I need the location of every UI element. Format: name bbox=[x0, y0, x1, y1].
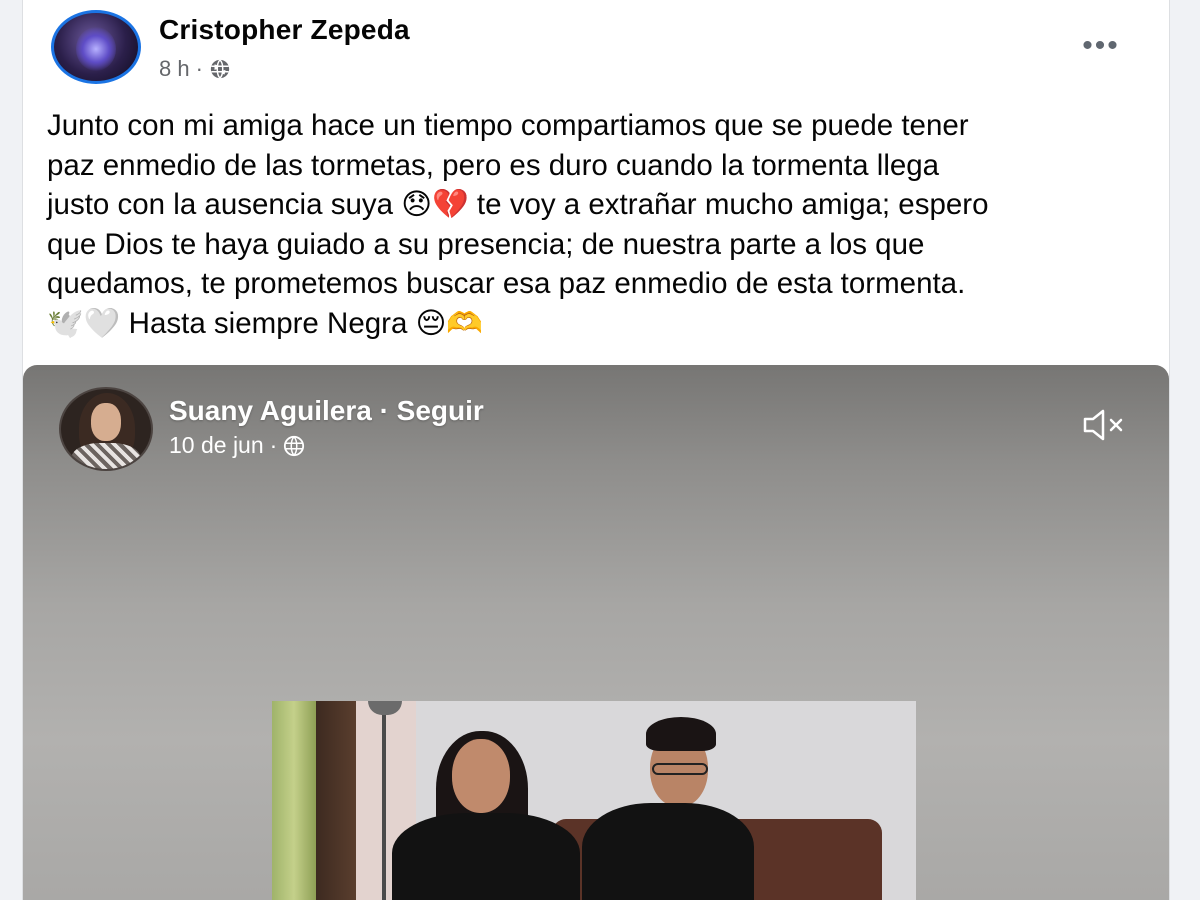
post-meta: 8 h · bbox=[159, 56, 231, 82]
video-person-head bbox=[452, 739, 510, 813]
post-line: paz enmedio de las tormetas, pero es dur… bbox=[47, 148, 940, 182]
more-options-icon: ••• bbox=[1082, 29, 1120, 62]
post-line: justo con la ausencia suya 😞💔 te voy a e… bbox=[47, 188, 989, 221]
globe-icon[interactable] bbox=[283, 435, 305, 457]
video-door bbox=[316, 701, 356, 900]
shared-meta: 10 de jun · bbox=[169, 432, 305, 459]
post-message: Junto con mi amiga hace un tiempo compar… bbox=[47, 106, 1147, 343]
video-curtain bbox=[272, 701, 316, 900]
meta-separator: · bbox=[269, 432, 278, 458]
video-person-left bbox=[392, 813, 580, 900]
author-avatar[interactable] bbox=[51, 10, 141, 84]
speaker-muted-icon[interactable] bbox=[1079, 405, 1129, 445]
post-line: quedamos, te prometemos buscar esa paz e… bbox=[47, 267, 966, 300]
shared-author-avatar[interactable] bbox=[59, 387, 153, 471]
post-line: 🕊️🤍 Hasta siempre Negra 😔🫶 bbox=[47, 306, 484, 340]
post-header: Cristopher Zepeda 8 h · ••• bbox=[23, 0, 1169, 96]
post-card: Cristopher Zepeda 8 h · ••• Junto con mi… bbox=[22, 0, 1170, 900]
more-options-button[interactable]: ••• bbox=[1079, 29, 1123, 62]
shared-author-name[interactable]: Suany Aguilera · Seguir bbox=[169, 395, 484, 427]
avatar-face bbox=[91, 403, 121, 441]
meta-separator: · bbox=[195, 56, 203, 81]
post-time[interactable]: 8 h bbox=[159, 56, 190, 82]
globe-icon[interactable] bbox=[209, 58, 231, 80]
shared-date[interactable]: 10 de jun bbox=[169, 432, 264, 459]
video-person-hair bbox=[646, 717, 716, 751]
video-person-right bbox=[582, 803, 754, 900]
avatar-shirt bbox=[71, 443, 141, 469]
video-player[interactable] bbox=[272, 701, 916, 900]
post-line: Junto con mi amiga hace un tiempo compar… bbox=[47, 109, 969, 142]
video-lamp bbox=[382, 705, 386, 900]
author-name[interactable]: Cristopher Zepeda bbox=[159, 14, 410, 46]
avatar-image bbox=[76, 27, 116, 71]
shared-video-post[interactable]: Suany Aguilera · Seguir 10 de jun · bbox=[23, 365, 1169, 900]
post-line: que Dios te haya guiado a su presencia; … bbox=[47, 227, 925, 261]
video-person-glasses bbox=[652, 763, 708, 775]
